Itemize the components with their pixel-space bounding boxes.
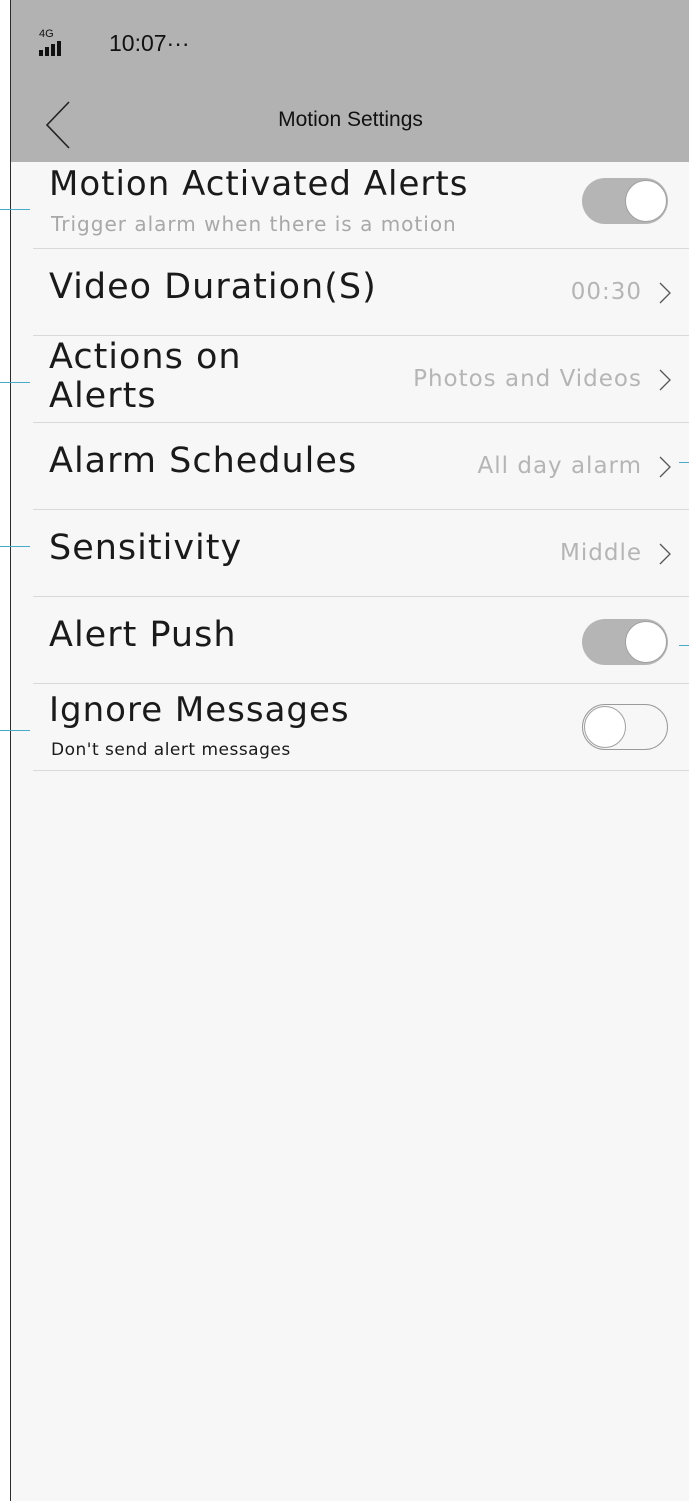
- annotation-line: [0, 209, 30, 210]
- setting-motion-activated-alerts: Motion Activated Alerts Trigger alarm wh…: [33, 162, 689, 249]
- setting-value: 00:30: [570, 279, 642, 305]
- setting-label: Alarm Schedules: [49, 441, 358, 481]
- setting-alarm-schedules[interactable]: Alarm Schedules All day alarm: [33, 423, 689, 510]
- setting-subtitle: Don't send alert messages: [51, 740, 291, 760]
- network-type: 4G: [39, 28, 54, 40]
- setting-label: Video Duration(S): [49, 267, 377, 307]
- setting-label: Sensitivity: [49, 528, 243, 568]
- status-time: 10:07···: [109, 30, 190, 56]
- chevron-right-icon: [659, 369, 671, 391]
- annotation-line: [0, 382, 30, 383]
- setting-label: Motion Activated Alerts: [49, 164, 469, 204]
- annotation-line: [0, 546, 30, 547]
- setting-value: Middle: [560, 540, 642, 566]
- chevron-right-icon: [659, 456, 671, 478]
- phone-screen: 4G 10:07··· Motion Settings Motion Activ…: [10, 0, 689, 1501]
- chevron-right-icon: [659, 282, 671, 304]
- ignore-messages-toggle[interactable]: [582, 704, 668, 750]
- setting-actions-on-alerts[interactable]: Actions on Alerts Photos and Videos: [33, 336, 689, 423]
- status-bar: 4G 10:07···: [11, 0, 689, 88]
- signal-icon: 4G: [39, 28, 75, 56]
- toggle-knob: [625, 180, 667, 222]
- setting-label: Actions on Alerts: [49, 337, 242, 416]
- nav-bar: Motion Settings: [11, 88, 689, 162]
- settings-list: Motion Activated Alerts Trigger alarm wh…: [11, 162, 689, 771]
- motion-alerts-toggle[interactable]: [582, 178, 668, 224]
- setting-subtitle: Trigger alarm when there is a motion: [51, 212, 457, 236]
- annotation-line: [679, 645, 689, 646]
- toggle-knob: [625, 621, 667, 663]
- annotation-line: [679, 462, 689, 463]
- setting-sensitivity[interactable]: Sensitivity Middle: [33, 510, 689, 597]
- setting-video-duration[interactable]: Video Duration(S) 00:30: [33, 249, 689, 336]
- setting-ignore-messages: Ignore Messages Don't send alert message…: [33, 684, 689, 771]
- setting-value: Photos and Videos: [413, 366, 642, 392]
- page-title: Motion Settings: [278, 108, 423, 131]
- setting-label: Alert Push: [49, 615, 237, 655]
- toggle-knob: [584, 706, 626, 748]
- setting-alert-push: Alert Push: [33, 597, 689, 684]
- setting-value: All day alarm: [477, 453, 642, 479]
- setting-label: Ignore Messages: [49, 690, 350, 730]
- chevron-right-icon: [659, 543, 671, 565]
- annotation-line: [0, 730, 30, 731]
- alert-push-toggle[interactable]: [582, 619, 668, 665]
